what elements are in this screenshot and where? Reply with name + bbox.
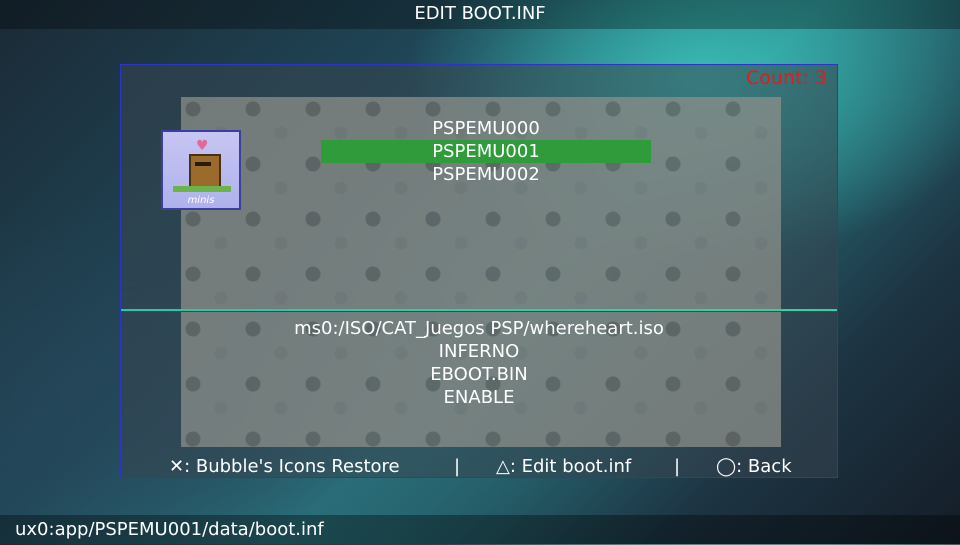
back-hint[interactable]: ◯: Back <box>716 457 792 477</box>
grass-ground <box>173 186 231 192</box>
hint-separator: | <box>674 456 681 477</box>
boot-editor-panel: Count: 3 ♥ minis PSPEMU000 PSPEMU001 PSP… <box>120 64 838 478</box>
page-title: EDIT BOOT.INF <box>414 3 546 24</box>
boot-entry[interactable]: PSPEMU000 <box>321 117 651 140</box>
heart-icon: ♥ <box>196 138 209 154</box>
minis-caption: minis <box>187 195 215 206</box>
boot-entry-selected[interactable]: PSPEMU001 <box>321 140 651 163</box>
count-label: Count: 3 <box>746 67 827 89</box>
character-sprite <box>189 154 221 188</box>
edit-boot-hint[interactable]: △: Edit boot.inf <box>496 457 631 477</box>
character-face <box>195 162 211 166</box>
state-value: ENABLE <box>443 387 515 408</box>
section-divider <box>121 309 837 312</box>
execute-value: EBOOT.BIN <box>430 364 528 385</box>
status-bar: ux0:app/PSPEMU001/data/boot.inf <box>0 515 960 544</box>
control-hints: ✕: Bubble's Icons Restore | △: Edit boot… <box>121 457 837 477</box>
iso-path: ms0:/ISO/CAT_Juegos PSP/whereheart.iso <box>294 318 664 339</box>
boot-details: ms0:/ISO/CAT_Juegos PSP/whereheart.iso I… <box>121 317 837 409</box>
boot-entry[interactable]: PSPEMU002 <box>321 163 651 186</box>
boot-entry-list: PSPEMU000 PSPEMU001 PSPEMU002 <box>321 117 651 186</box>
driver-value: INFERNO <box>438 341 520 362</box>
file-path: ux0:app/PSPEMU001/data/boot.inf <box>15 519 324 540</box>
restore-icons-hint[interactable]: ✕: Bubble's Icons Restore <box>169 457 400 477</box>
title-bar: EDIT BOOT.INF <box>0 0 960 29</box>
hint-separator: | <box>454 456 461 477</box>
minis-game-icon: ♥ minis <box>161 130 241 210</box>
